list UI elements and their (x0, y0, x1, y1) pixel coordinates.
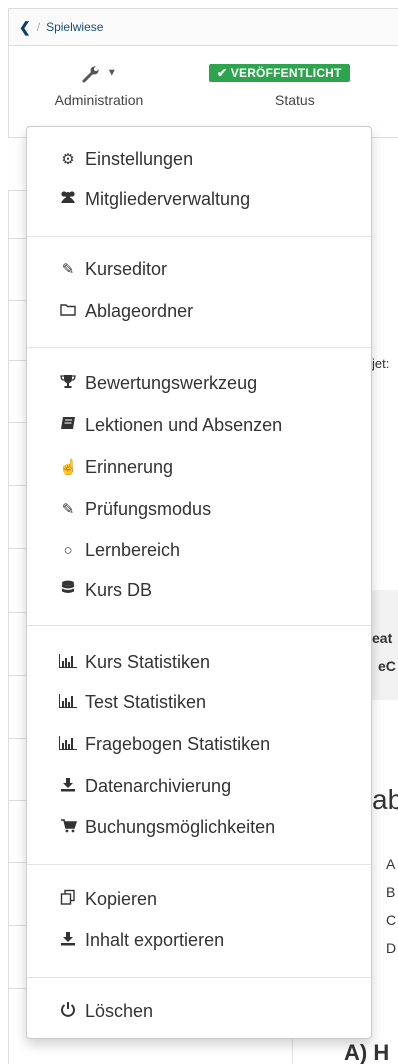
menu-item-label: Mitgliederverwaltung (85, 188, 251, 209)
administration-menu: ⚙ Einstellungen Mitgliederverwaltung ✎ K… (26, 126, 372, 1039)
status-dropdown-toggle[interactable]: ✔ VERÖFFENTLICHT Status (209, 64, 398, 108)
menu-item-bewertungswerkzeug[interactable]: Bewertungswerkzeug (59, 369, 257, 397)
menu-item-label: Lektionen und Absenzen (85, 414, 283, 435)
menu-item-label: Ablageordner (85, 300, 194, 321)
menu-item-label: Kopieren (85, 888, 158, 909)
nav-divider (8, 738, 28, 739)
course-toolbar: ▼ Administration ✔ VERÖFFENTLICHT Status (8, 46, 398, 138)
copy-icon (59, 889, 77, 909)
status-label: Status (275, 92, 315, 108)
bar-chart-icon (59, 693, 77, 711)
menu-item-kurseditor[interactable]: ✎ Kurseditor (59, 255, 167, 283)
trophy-icon (59, 374, 77, 393)
menu-item-label: Kurseditor (85, 258, 168, 279)
menu-item-label: Lernbereich (85, 539, 181, 560)
menu-item-lernbereich[interactable]: ○ Lernbereich (59, 536, 180, 564)
download-icon (59, 931, 77, 950)
cart-icon (59, 818, 77, 837)
menu-item-label: Bewertungswerkzeug (85, 372, 258, 393)
content-text: eat (372, 630, 393, 646)
content-heading: ab (372, 784, 398, 815)
menu-item-loeschen[interactable]: Löschen (59, 997, 153, 1025)
menu-item-mitgliederverwaltung[interactable]: Mitgliederverwaltung (59, 185, 250, 213)
status-badge[interactable]: ✔ VERÖFFENTLICHT (209, 64, 350, 82)
nav-divider (8, 988, 28, 989)
content-text: C (386, 912, 397, 928)
menu-item-label: Erinnerung (85, 456, 174, 477)
nav-divider (8, 300, 28, 301)
nav-divider (8, 485, 28, 486)
content-heading: A) H (344, 1040, 390, 1064)
nav-divider (8, 675, 28, 676)
nav-divider (8, 800, 28, 801)
menu-divider (27, 236, 371, 237)
menu-item-erinnerung[interactable]: ☝ Erinnerung (59, 453, 173, 481)
cogs-icon: ⚙ (61, 151, 75, 168)
caret-down-icon: ▼ (106, 67, 117, 79)
menu-item-kopieren[interactable]: Kopieren (59, 885, 157, 913)
menu-item-label: Buchungsmöglichkeiten (85, 816, 276, 837)
menu-item-inhalt-exportieren[interactable]: Inhalt exportieren (59, 926, 224, 954)
content-text: jet: (372, 356, 390, 371)
nav-divider (8, 925, 28, 926)
content-text: D (386, 940, 397, 956)
circle-icon: ○ (63, 541, 73, 559)
folder-icon (59, 303, 77, 320)
menu-item-label: Einstellungen (85, 148, 194, 169)
menu-divider (27, 977, 371, 978)
chevron-left-icon[interactable]: ❮ (19, 19, 31, 36)
book-icon (59, 416, 77, 434)
breadcrumb-separator: / (36, 20, 41, 34)
menu-item-lektionen[interactable]: Lektionen und Absenzen (59, 411, 282, 439)
power-icon (59, 1001, 77, 1021)
nav-divider (8, 612, 28, 613)
wrench-icon: ▼ (29, 60, 169, 86)
breadcrumb: ❮ / Spielwiese (8, 8, 398, 46)
menu-item-datenarchivierung[interactable]: Datenarchivierung (59, 772, 231, 800)
menu-item-kurs-db[interactable]: Kurs DB (59, 576, 152, 604)
content-text: eC (378, 658, 396, 674)
administration-dropdown-toggle[interactable]: ▼ Administration (29, 60, 169, 108)
nav-divider (8, 422, 28, 423)
hand-pointer-icon: ☝ (59, 459, 78, 476)
menu-item-pruefungsmodus[interactable]: ✎ Prüfungsmodus (59, 495, 211, 523)
nav-divider (8, 862, 28, 863)
nav-divider (8, 548, 28, 549)
menu-item-label: Kurs Statistiken (85, 651, 211, 672)
menu-item-kurs-statistiken[interactable]: Kurs Statistiken (59, 648, 210, 676)
content-text: B (386, 884, 396, 900)
menu-item-test-statistiken[interactable]: Test Statistiken (59, 688, 206, 716)
users-icon (59, 190, 77, 208)
menu-item-label: Prüfungsmodus (85, 498, 212, 519)
edit-icon: ✎ (61, 261, 75, 278)
menu-item-label: Inhalt exportieren (85, 929, 225, 950)
bar-chart-icon (59, 653, 77, 671)
content-text: A (386, 856, 396, 872)
menu-divider (27, 625, 371, 626)
breadcrumb-current[interactable]: Spielwiese (46, 20, 103, 34)
menu-item-label: Fragebogen Statistiken (85, 733, 271, 754)
nav-divider (8, 238, 28, 239)
menu-item-label: Test Statistiken (85, 691, 207, 712)
menu-item-einstellungen[interactable]: ⚙ Einstellungen (59, 145, 193, 173)
menu-item-label: Löschen (85, 1000, 154, 1021)
menu-divider (27, 347, 371, 348)
bar-chart-icon (59, 735, 77, 753)
download-icon (59, 777, 77, 796)
edit-icon: ✎ (61, 501, 75, 518)
left-nav-panel (8, 190, 28, 1064)
menu-item-label: Datenarchivierung (85, 775, 232, 796)
nav-divider (8, 360, 28, 361)
menu-item-buchungsmoeglichkeiten[interactable]: Buchungsmöglichkeiten (59, 813, 275, 841)
menu-divider (27, 864, 371, 865)
administration-label: Administration (54, 92, 144, 108)
menu-item-fragebogen-statistiken[interactable]: Fragebogen Statistiken (59, 730, 270, 758)
database-icon (59, 580, 77, 600)
menu-item-ablageordner[interactable]: Ablageordner (59, 297, 193, 325)
menu-item-label: Kurs DB (85, 579, 153, 600)
